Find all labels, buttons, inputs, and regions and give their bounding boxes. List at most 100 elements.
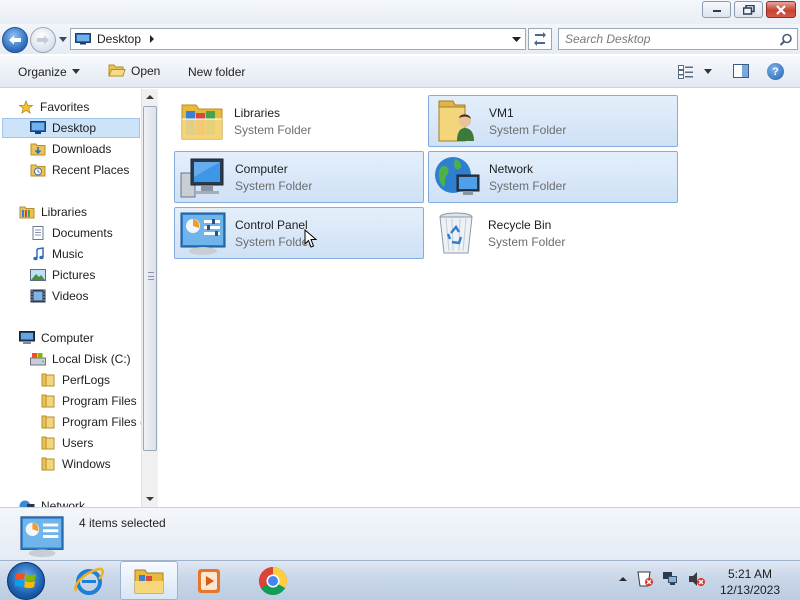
sidebar-item-label: Program Files xyxy=(62,394,137,408)
sidebar-item-label: Favorites xyxy=(40,100,90,114)
preview-pane-button[interactable] xyxy=(733,64,749,81)
sidebar-item-music[interactable]: Music xyxy=(30,244,83,264)
sidebar-item-folder[interactable]: Windows xyxy=(40,454,111,474)
scroll-down-icon[interactable] xyxy=(145,495,155,503)
sidebar-item-label: Recent Places xyxy=(52,163,130,177)
help-icon: ? xyxy=(772,65,779,78)
pictures-icon xyxy=(30,269,46,281)
folder-icon xyxy=(41,436,55,450)
back-button[interactable] xyxy=(2,27,28,53)
file-item-type: System Folder xyxy=(234,122,312,137)
sidebar-item-recent-places[interactable]: Recent Places xyxy=(30,160,129,180)
sidebar-item-folder[interactable]: Program Files xyxy=(40,391,137,411)
file-item-libraries[interactable]: Libraries System Folder xyxy=(174,95,424,147)
refresh-icon xyxy=(534,32,546,46)
sidebar-item-documents[interactable]: Documents xyxy=(30,223,113,243)
sidebar-item-label: Documents xyxy=(52,226,113,240)
taskbar-internet-explorer[interactable] xyxy=(60,561,118,600)
volume-muted-icon[interactable] xyxy=(688,571,706,587)
view-tiles-icon xyxy=(678,65,693,79)
minimize-icon xyxy=(712,9,721,12)
address-bar[interactable]: Desktop xyxy=(70,28,526,50)
sidebar-item-label: Computer xyxy=(41,331,94,345)
sidebar-item-label: Program Files ( xyxy=(62,415,145,429)
file-item-text: Libraries System Folder xyxy=(234,106,311,137)
forward-button[interactable] xyxy=(30,27,56,53)
close-button[interactable] xyxy=(766,1,796,18)
sidebar-item-label: Windows xyxy=(62,457,111,471)
navigation-pane-scrollbar[interactable] xyxy=(141,89,158,507)
search-input[interactable] xyxy=(565,32,775,46)
file-item-type: System Folder xyxy=(489,122,567,137)
details-pane: 4 items selected xyxy=(0,507,800,560)
sidebar-item-label: PerfLogs xyxy=(62,373,111,387)
help-button[interactable]: ? xyxy=(767,63,784,80)
taskbar-windows-explorer[interactable] xyxy=(120,561,178,600)
search-icon[interactable] xyxy=(779,33,793,47)
open-label: Open xyxy=(131,63,161,78)
file-item-recycle-bin[interactable]: Recycle Bin System Folder xyxy=(428,207,678,259)
file-item-name: Network xyxy=(489,161,534,176)
start-button[interactable] xyxy=(7,562,45,600)
address-dropdown-icon[interactable] xyxy=(512,35,521,43)
libraries-icon xyxy=(181,104,223,140)
file-item-type: System Folder xyxy=(489,178,567,193)
file-item-control-panel[interactable]: Control Panel System Folder xyxy=(174,207,424,259)
window-titlebar[interactable] xyxy=(0,0,800,24)
show-hidden-icons-icon[interactable] xyxy=(618,575,628,583)
sidebar-item-label: Music xyxy=(52,247,84,261)
organize-button[interactable]: Organize xyxy=(18,65,80,79)
scroll-thumb[interactable] xyxy=(143,106,157,451)
system-tray xyxy=(618,571,706,587)
file-item-text: Control Panel System Folder xyxy=(235,218,312,249)
restore-icon xyxy=(742,4,755,15)
sidebar-item-folder[interactable]: PerfLogs xyxy=(40,370,110,390)
taskbar-clock[interactable]: 5:21 AM 12/13/2023 xyxy=(714,566,786,598)
refresh-button[interactable] xyxy=(528,28,552,50)
clock-time: 5:21 AM xyxy=(727,567,773,581)
sidebar-item-favorites[interactable]: Favorites xyxy=(18,97,89,117)
windows-explorer-icon xyxy=(134,569,164,593)
sidebar-item-videos[interactable]: Videos xyxy=(30,286,88,306)
computer-icon xyxy=(19,331,35,344)
network-status-icon[interactable] xyxy=(662,571,680,587)
sidebar-item-desktop[interactable]: Desktop xyxy=(2,118,140,138)
file-item-vm1[interactable]: VM1 System Folder xyxy=(428,95,678,147)
taskbar-chrome[interactable] xyxy=(244,561,302,600)
sidebar-item-folder[interactable]: Program Files ( xyxy=(40,412,144,432)
sidebar-item-libraries[interactable]: Libraries xyxy=(19,202,87,222)
recent-pages-dropdown-icon[interactable] xyxy=(58,34,68,44)
sidebar-item-folder[interactable]: Users xyxy=(40,433,93,453)
action-center-icon[interactable] xyxy=(636,571,654,587)
new-folder-button[interactable]: New folder xyxy=(188,65,245,79)
media-player-icon xyxy=(198,568,220,593)
scroll-up-icon[interactable] xyxy=(145,93,155,101)
open-button[interactable]: Open xyxy=(108,63,160,78)
address-location[interactable]: Desktop xyxy=(97,32,141,46)
restore-button[interactable] xyxy=(734,1,763,18)
caption-buttons xyxy=(702,1,796,18)
file-list[interactable]: Libraries System Folder VM1 System Folde… xyxy=(160,89,800,507)
sidebar-item-downloads[interactable]: Downloads xyxy=(30,139,111,159)
libraries-icon xyxy=(19,206,35,219)
chevron-right-icon[interactable] xyxy=(149,35,155,43)
control-panel-icon xyxy=(180,212,226,255)
windows-logo-icon xyxy=(15,572,36,589)
sidebar-item-label: Pictures xyxy=(52,268,96,282)
file-item-computer[interactable]: Computer System Folder xyxy=(174,151,424,203)
file-item-text: Computer System Folder xyxy=(235,162,312,193)
downloads-folder-icon xyxy=(30,143,46,156)
sidebar-item-pictures[interactable]: Pictures xyxy=(30,265,95,285)
sidebar-item-computer[interactable]: Computer xyxy=(19,328,94,348)
change-view-button[interactable] xyxy=(678,65,712,79)
search-box[interactable] xyxy=(558,28,798,50)
minimize-button[interactable] xyxy=(702,1,731,18)
file-item-type: System Folder xyxy=(488,234,566,249)
recycle-bin-icon xyxy=(439,212,473,254)
chevron-down-icon xyxy=(704,69,712,74)
sidebar-item-network[interactable]: Network xyxy=(19,496,85,507)
taskbar-media-player[interactable] xyxy=(180,561,238,600)
file-item-network[interactable]: Network System Folder xyxy=(428,151,678,203)
sidebar-item-local-disk[interactable]: Local Disk (C:) xyxy=(30,349,131,369)
new-folder-label: New folder xyxy=(188,65,246,79)
